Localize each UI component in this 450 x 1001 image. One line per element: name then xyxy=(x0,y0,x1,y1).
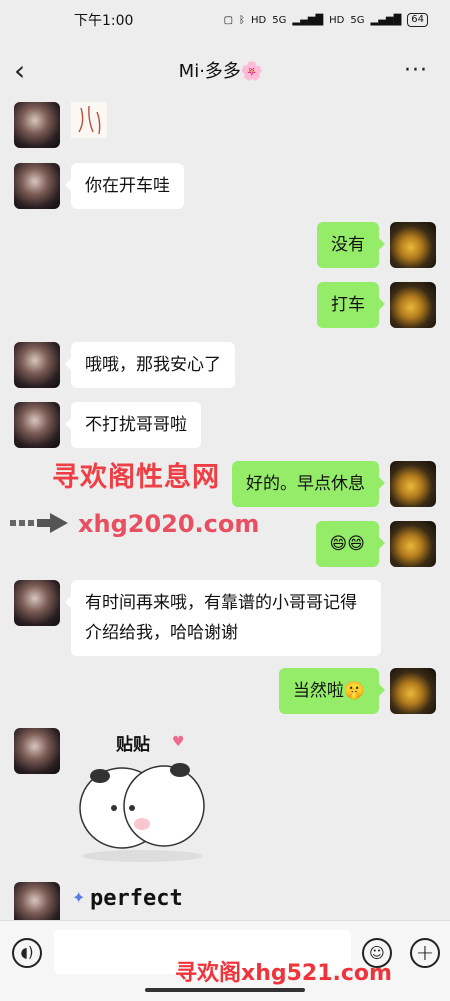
contact-avatar[interactable] xyxy=(14,342,60,388)
network-badge-2: 5G xyxy=(350,14,365,26)
contact-avatar[interactable] xyxy=(14,580,60,626)
battery-indicator: 64 xyxy=(407,13,428,27)
contact-avatar[interactable] xyxy=(14,728,60,774)
message-bubble-incoming[interactable]: 哦哦，那我安心了 xyxy=(65,342,235,388)
watermark-url: xhg2020.com xyxy=(78,510,260,538)
sticker-hug[interactable]: 贴贴 ♥ xyxy=(72,728,212,868)
network-badge-1: 5G xyxy=(272,14,287,26)
nfc-icon: ▢ xyxy=(223,14,234,26)
watermark-footer: 寻欢阁xhg521.com xyxy=(175,961,392,986)
back-icon[interactable]: ‹ xyxy=(14,54,38,87)
message-bubble-outgoing[interactable]: 没有 xyxy=(317,222,385,268)
sticker-ribbon[interactable] xyxy=(71,102,107,138)
arrow-right-icon xyxy=(10,513,68,533)
message-bubble-incoming[interactable]: 你在开车哇 xyxy=(65,163,184,209)
sparkle-icon: ✦ xyxy=(72,888,86,907)
hug-bears-icon xyxy=(79,763,205,862)
hd-badge-1: HD xyxy=(251,14,267,26)
message-bubble-outgoing[interactable]: 打车 xyxy=(317,282,385,328)
self-avatar[interactable] xyxy=(390,521,436,567)
self-avatar[interactable] xyxy=(390,461,436,507)
message-bubble-outgoing[interactable]: 😄😄 xyxy=(315,521,386,567)
sticker-perfect-label: perfect xyxy=(90,886,183,911)
contact-avatar[interactable] xyxy=(14,402,60,448)
more-options-icon[interactable]: ··· xyxy=(404,58,428,83)
message-bubble-incoming[interactable]: 有时间再来哦，有靠谱的小哥哥记得介绍给我，哈哈谢谢 xyxy=(65,580,381,656)
hd-badge-2: HD xyxy=(329,14,345,26)
home-indicator xyxy=(145,988,305,992)
voice-input-icon[interactable]: ◖) xyxy=(12,938,42,968)
status-bar: 下午1:00 ▢ ᛒ HD 5G ▂▄▆█ HD 5G ▂▄▆█ 64 xyxy=(0,0,450,40)
chat-title: Mi·多多🌸 xyxy=(178,61,264,82)
bluetooth-icon: ᛒ xyxy=(239,14,246,26)
contact-avatar[interactable] xyxy=(14,163,60,209)
self-avatar[interactable] xyxy=(390,668,436,714)
sticker-perfect[interactable]: ✦ perfect xyxy=(72,882,222,922)
message-bubble-outgoing[interactable]: 当然啦🤫 xyxy=(278,668,386,714)
self-avatar[interactable] xyxy=(390,282,436,328)
message-bubble-incoming[interactable]: 不打扰哥哥啦 xyxy=(65,402,201,448)
chat-header: ‹ Mi·多多🌸 ··· xyxy=(0,44,450,96)
status-icons: ▢ ᛒ HD 5G ▂▄▆█ HD 5G ▂▄▆█ 64 xyxy=(224,13,428,27)
message-bubble-outgoing[interactable]: 好的。早点休息 xyxy=(232,461,385,507)
contact-avatar[interactable] xyxy=(14,102,60,148)
self-avatar[interactable] xyxy=(390,222,436,268)
status-time: 下午1:00 xyxy=(74,13,134,29)
signal-icon-2: ▂▄▆█ xyxy=(370,14,402,26)
plus-icon[interactable]: + xyxy=(410,938,440,968)
watermark-text: 寻欢阁性息网 xyxy=(52,462,220,493)
signal-icon-1: ▂▄▆█ xyxy=(292,14,324,26)
